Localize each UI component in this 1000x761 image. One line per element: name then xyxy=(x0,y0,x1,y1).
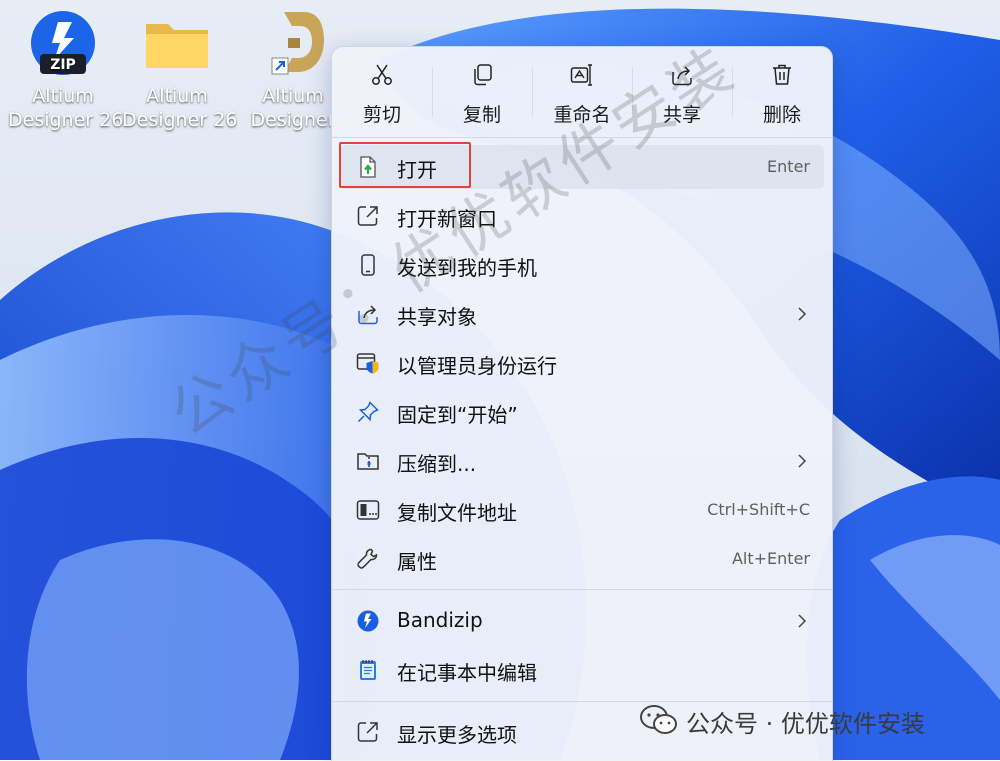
more-options-icon xyxy=(357,722,378,742)
wechat-icon xyxy=(640,705,677,734)
admin-shield-icon xyxy=(356,353,379,374)
toolbar-separator xyxy=(432,67,433,117)
menu-item-label: 在记事本中编辑 xyxy=(397,661,537,685)
cut-button-label: 剪切 xyxy=(362,104,401,126)
toolbar-separator xyxy=(632,67,633,117)
menu-item-shortcut: Ctrl+Shift+C xyxy=(707,500,810,519)
menu-item-shortcut: Enter xyxy=(767,157,810,176)
desktop-icon-label-line1: Altium xyxy=(32,85,94,107)
menu-item-label: 以管理员身份运行 xyxy=(397,354,557,378)
chevron-right-icon xyxy=(798,614,807,628)
menu-item-label: 固定到“开始” xyxy=(397,403,518,427)
menu-item-properties[interactable]: 属性 Alt+Enter xyxy=(340,537,824,581)
rename-button-label: 重命名 xyxy=(553,104,611,126)
menu-item-copy-path[interactable]: 复制文件地址 Ctrl+Shift+C xyxy=(340,488,824,532)
context-menu-toolbar: 剪切 复制 重命名 共享 删除 xyxy=(332,47,832,137)
compress-folder-icon xyxy=(357,453,379,470)
copy-path-icon xyxy=(356,500,380,520)
phone-icon xyxy=(361,254,375,276)
menu-item-edit-in-notepad[interactable]: 在记事本中编辑 xyxy=(340,648,824,692)
notepad-icon xyxy=(360,660,376,680)
desktop-icon-altium-zip[interactable]: ZIP Altium Designer 26 xyxy=(8,8,124,132)
svg-text:ZIP: ZIP xyxy=(50,57,76,73)
menu-item-send-to-phone[interactable]: 发送到我的手机 xyxy=(340,243,824,287)
menu-item-label: Bandizip xyxy=(397,608,483,632)
copy-button-label: 复制 xyxy=(462,104,501,126)
share-button[interactable]: 共享 xyxy=(632,47,732,137)
highlight-annotation-box xyxy=(339,142,471,188)
menu-item-label: 打开新窗口 xyxy=(397,207,497,231)
scissors-icon xyxy=(372,64,392,85)
menu-item-bandizip[interactable]: Bandizip xyxy=(340,599,824,643)
share-icon xyxy=(672,66,692,86)
toolbar-separator xyxy=(532,67,533,117)
rename-icon xyxy=(570,64,592,86)
menu-item-pin-to-start[interactable]: 固定到“开始” xyxy=(340,390,824,434)
chevron-right-icon xyxy=(798,454,807,468)
delete-button-label: 删除 xyxy=(762,104,801,126)
menu-item-label: 复制文件地址 xyxy=(397,501,517,525)
desktop-icon-label-line1: Altium xyxy=(146,85,208,107)
cut-button[interactable]: 剪切 xyxy=(332,47,432,137)
rename-button[interactable]: 重命名 xyxy=(532,47,632,137)
chevron-right-icon xyxy=(798,307,807,321)
desktop-icon-altium-folder[interactable]: Altium Designer 26 xyxy=(122,8,238,132)
watermark-footer: 公众号 · 优优软件安装 xyxy=(640,700,1000,740)
desktop-icon-label-line2: Designer 26 xyxy=(8,109,124,131)
menu-item-open-new-window[interactable]: 打开新窗口 xyxy=(340,194,824,238)
delete-button[interactable]: 删除 xyxy=(732,47,832,137)
desktop-icon-label-line2: Designer 26 xyxy=(122,109,238,131)
menu-item-label: 属性 xyxy=(397,550,437,574)
share-object-icon xyxy=(358,305,378,325)
folder-icon xyxy=(142,8,212,78)
pin-icon xyxy=(357,401,379,423)
menu-item-run-as-admin[interactable]: 以管理员身份运行 xyxy=(340,341,824,385)
menu-item-shortcut: Alt+Enter xyxy=(731,549,810,568)
open-new-window-icon xyxy=(357,206,378,226)
altium-shortcut-icon xyxy=(258,8,328,78)
menu-item-label: 压缩到... xyxy=(397,452,477,476)
menu-divider xyxy=(332,589,832,590)
menu-item-label: 显示更多选项 xyxy=(397,723,517,747)
copy-icon xyxy=(474,64,492,86)
menu-divider xyxy=(332,137,832,138)
toolbar-separator xyxy=(732,67,733,117)
menu-item-share-object[interactable]: 共享对象 xyxy=(340,292,824,336)
zip-archive-icon: ZIP xyxy=(28,8,98,78)
menu-item-label: 共享对象 xyxy=(397,305,477,329)
wrench-icon xyxy=(357,548,378,569)
bandizip-icon xyxy=(357,610,379,632)
share-button-label: 共享 xyxy=(662,104,701,126)
trash-icon xyxy=(773,64,791,85)
watermark-footer-text: 公众号 · 优优软件安装 xyxy=(686,710,925,738)
copy-button[interactable]: 复制 xyxy=(432,47,532,137)
menu-item-label: 发送到我的手机 xyxy=(397,256,537,280)
menu-item-compress-to[interactable]: 压缩到... xyxy=(340,439,824,483)
